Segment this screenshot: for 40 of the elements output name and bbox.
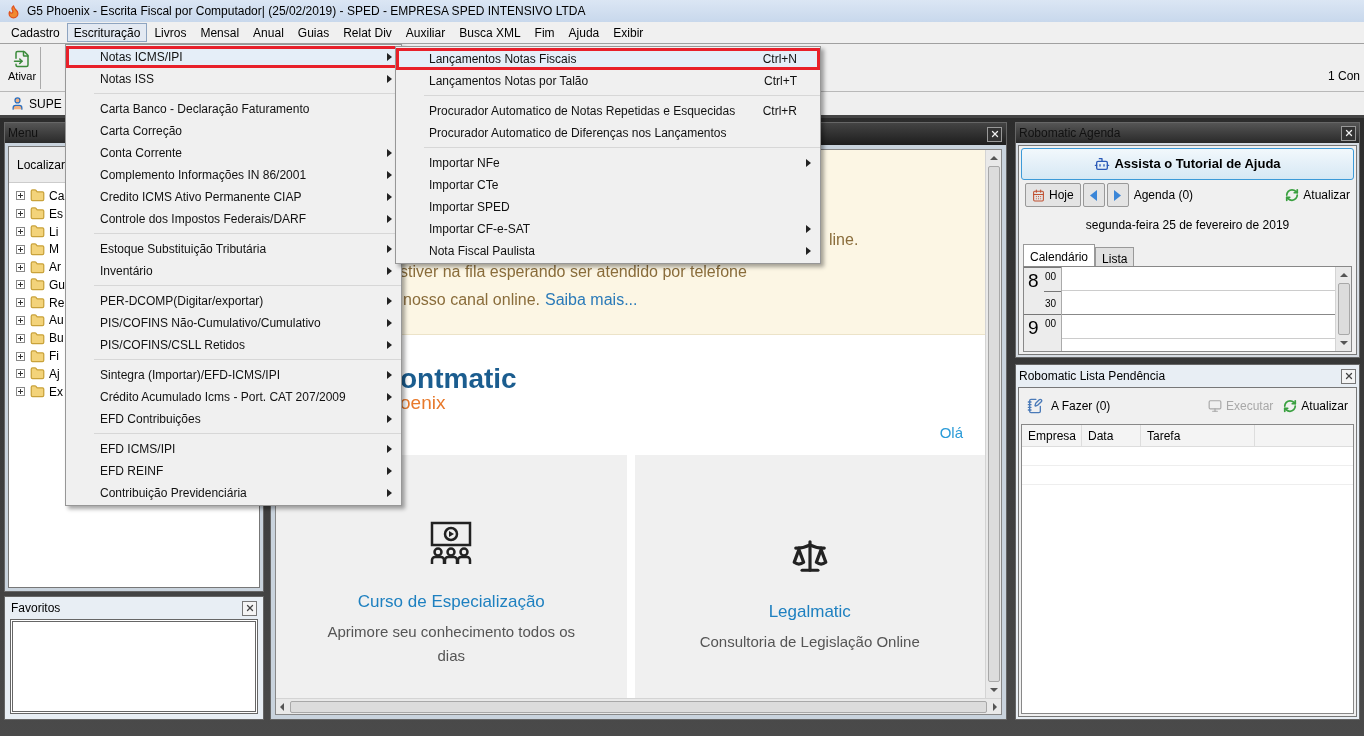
window-title: G5 Phoenix - Escrita Fiscal por Computador| (25/02/2019) - SPED - EMPRESA SPED INTENSIVO LTDA bbox=[27, 3, 586, 20]
tree-item-label: Aj bbox=[49, 365, 60, 383]
tree-item-label: Li bbox=[49, 223, 59, 241]
connection-status: 1 Con bbox=[1327, 68, 1360, 85]
card-title: Curso de Especialização bbox=[357, 590, 545, 613]
notice-text: stiver na fila esperando ser atendido por telefone bbox=[400, 262, 747, 282]
tree-item-label: Ex bbox=[49, 383, 63, 401]
tree-item-label: Ca bbox=[49, 187, 65, 205]
panel-title: Menu bbox=[8, 125, 39, 142]
notice-text: nosso canal online. bbox=[403, 290, 540, 310]
minute-label: 00 bbox=[1044, 317, 1058, 331]
tree-item-label: Re bbox=[49, 294, 65, 312]
tree-item-label: M bbox=[49, 241, 59, 259]
tree-item-label: Bu bbox=[49, 330, 64, 348]
notice-text: line. bbox=[829, 230, 859, 250]
user-name: SUPE bbox=[29, 95, 62, 113]
minute-label: 30 bbox=[1044, 291, 1061, 314]
card-description: Consultoria de Legislação Online bbox=[698, 632, 921, 652]
minute-label: 00 bbox=[1044, 270, 1058, 284]
search-label: Localizar bbox=[17, 156, 66, 174]
current-date: segunda-feira 25 de fevereiro de 2019 bbox=[1084, 217, 1291, 234]
panel-title: Favoritos bbox=[11, 600, 61, 617]
greeting: Olá bbox=[939, 423, 963, 443]
hour-label: 8 bbox=[1027, 269, 1040, 293]
tree-item-label: Fi bbox=[49, 348, 59, 366]
brand-logo-subtext: oenix bbox=[400, 393, 447, 412]
shortcut-label: Ctrl+N bbox=[762, 51, 797, 68]
tree-item-label: Au bbox=[49, 312, 64, 330]
agenda-count: Agenda (0) bbox=[1133, 187, 1194, 204]
tree-item-label: Ar bbox=[49, 259, 61, 277]
card-description: Aprimore seu conhecimento todos os dias bbox=[326, 622, 577, 666]
shortcut-label: Ctrl+R bbox=[762, 103, 797, 120]
tree-item-label: Es bbox=[49, 205, 63, 223]
todo-count: A Fazer (0) bbox=[1051, 398, 1111, 415]
brand-logo-text: ontmatic bbox=[400, 365, 518, 393]
tree-item-label: Gu bbox=[49, 276, 65, 294]
hour-label: 9 bbox=[1027, 316, 1040, 338]
shortcut-label: Ctrl+T bbox=[764, 73, 797, 90]
card-title: Legalmatic bbox=[768, 600, 851, 623]
panel-title: Robomatic Lista Pendência bbox=[1019, 368, 1166, 385]
